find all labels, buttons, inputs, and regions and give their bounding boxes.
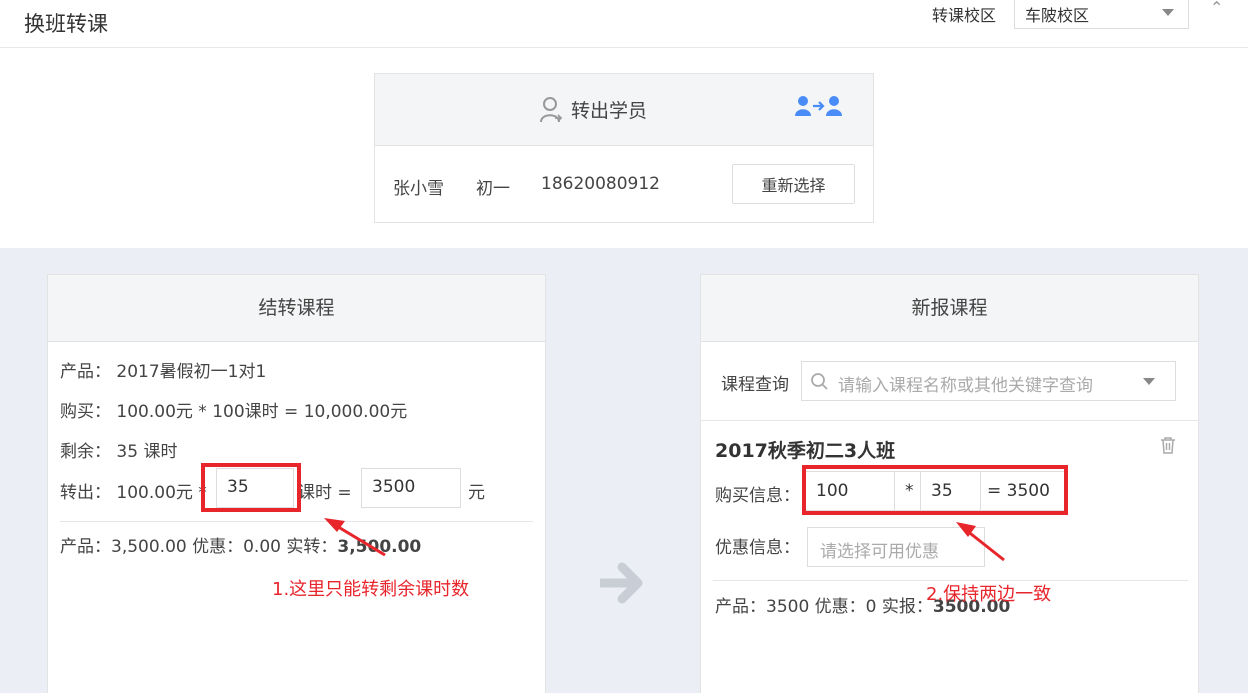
annotation-arrows [324,518,1005,562]
annotation-note-1: 1.这里只能转剩余课时数 [272,579,470,600]
annotation-note-2: 2.保持两边一致 [926,584,1052,605]
